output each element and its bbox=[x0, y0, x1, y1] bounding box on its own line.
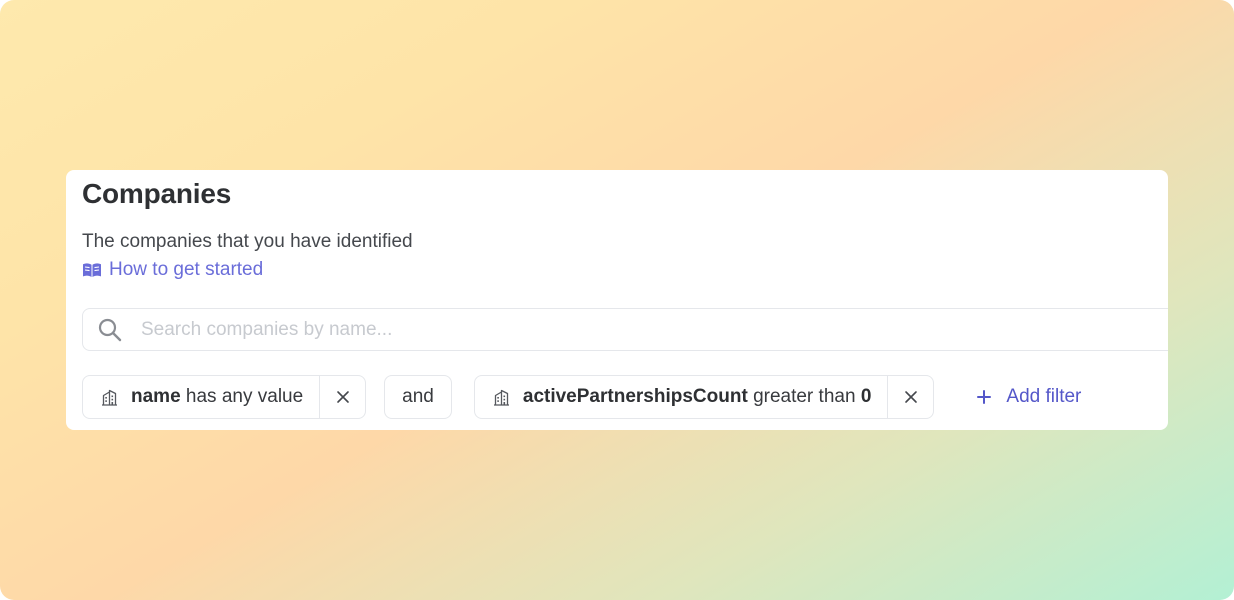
page-subtitle: The companies that you have identified bbox=[82, 231, 413, 252]
plus-icon bbox=[977, 390, 992, 404]
page-background: Companies The companies that you have id… bbox=[0, 0, 1234, 600]
filter-bar: name has any value and activePartnership… bbox=[82, 375, 1081, 419]
search-bar[interactable] bbox=[82, 308, 1168, 351]
filter-chip-active-partnerships[interactable]: activePartnershipsCount greater than 0 bbox=[473, 375, 935, 419]
how-to-get-started-link[interactable]: How to get started bbox=[82, 259, 263, 281]
close-icon bbox=[905, 391, 917, 403]
close-icon bbox=[336, 391, 349, 403]
building-icon bbox=[102, 389, 117, 406]
companies-panel: Companies The companies that you have id… bbox=[66, 170, 1168, 430]
filter-field: name bbox=[131, 386, 181, 407]
how-to-get-started-label: How to get started bbox=[109, 259, 264, 280]
book-open-icon bbox=[83, 263, 101, 277]
filter-operator: has any value bbox=[185, 386, 304, 407]
filter-operator: greater than bbox=[753, 386, 856, 407]
building-icon bbox=[493, 389, 509, 406]
search-input[interactable] bbox=[139, 317, 1043, 342]
add-filter-button[interactable]: Add filter bbox=[976, 386, 1081, 408]
filter-value: 0 bbox=[860, 386, 872, 407]
remove-filter-button[interactable] bbox=[887, 376, 933, 418]
filter-chip-body[interactable]: name has any value bbox=[83, 376, 319, 418]
add-filter-label: Add filter bbox=[1006, 386, 1082, 407]
remove-filter-button[interactable] bbox=[319, 376, 365, 418]
filter-field: activePartnershipsCount bbox=[522, 386, 748, 407]
search-icon bbox=[98, 318, 122, 341]
page-title: Companies bbox=[82, 178, 232, 209]
conjunction-toggle[interactable]: and bbox=[384, 375, 452, 419]
filter-chip-body[interactable]: activePartnershipsCount greater than 0 bbox=[475, 376, 888, 418]
filter-chip-name[interactable]: name has any value bbox=[82, 375, 367, 419]
